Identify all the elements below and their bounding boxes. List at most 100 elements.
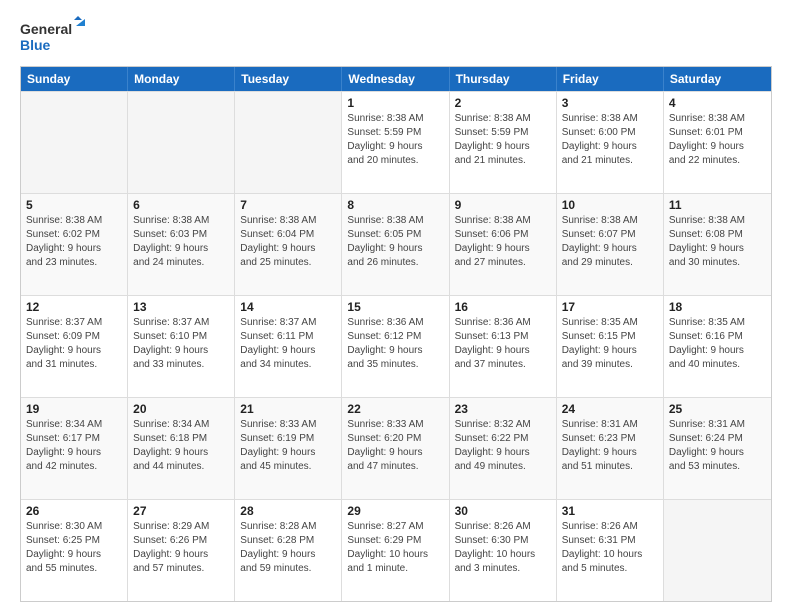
calendar-row: 5 Sunrise: 8:38 AM Sunset: 6:02 PM Daylig… xyxy=(21,193,771,295)
calendar-cell: 8Sunrise: 8:38 AM Sunset: 6:05 PM Daylig… xyxy=(342,194,449,295)
calendar-cell: 28 Sunrise: 8:28 AM Sunset: 6:28 PM Dayli… xyxy=(235,500,342,601)
day-info: Sunrise: 8:38 AM Sunset: 6:08 PM Dayligh… xyxy=(669,214,766,270)
calendar-cell: 30Sunrise: 8:26 AM Sunset: 6:30 PM Dayli… xyxy=(450,500,557,601)
calendar-cell xyxy=(664,500,771,601)
calendar-cell: 2Sunrise: 8:38 AM Sunset: 5:59 PM Daylig… xyxy=(450,92,557,193)
logo: General Blue xyxy=(20,16,90,56)
day-number: 22 xyxy=(347,402,443,416)
day-number: 5 xyxy=(26,198,122,212)
day-info: Sunrise: 8:38 AM Sunset: 6:01 PM Dayligh… xyxy=(669,112,766,168)
calendar-cell: 26 Sunrise: 8:30 AM Sunset: 6:25 PM Dayli… xyxy=(21,500,128,601)
calendar-cell: 22 Sunrise: 8:33 AM Sunset: 6:20 PM Dayli… xyxy=(342,398,449,499)
day-number: 27 xyxy=(133,504,229,518)
day-number: 20 xyxy=(133,402,229,416)
calendar-cell: 3 Sunrise: 8:38 AM Sunset: 6:00 PM Daylig… xyxy=(557,92,664,193)
calendar-cell: 18 Sunrise: 8:35 AM Sunset: 6:16 PM Dayli… xyxy=(664,296,771,397)
day-info: Sunrise: 8:38 AM Sunset: 5:59 PM Dayligh… xyxy=(347,112,443,168)
day-info: Sunrise: 8:32 AM Sunset: 6:22 PM Dayligh… xyxy=(455,418,551,474)
svg-text:Blue: Blue xyxy=(20,37,51,53)
day-number: 26 xyxy=(26,504,122,518)
calendar-cell: 24 Sunrise: 8:31 AM Sunset: 6:23 PM Dayli… xyxy=(557,398,664,499)
day-number: 23 xyxy=(455,402,551,416)
day-number: 16 xyxy=(455,300,551,314)
day-info: Sunrise: 8:38 AM Sunset: 6:07 PM Dayligh… xyxy=(562,214,658,270)
page-header: General Blue xyxy=(20,16,772,56)
calendar-row: 26 Sunrise: 8:30 AM Sunset: 6:25 PM Dayli… xyxy=(21,499,771,601)
day-info: Sunrise: 8:37 AM Sunset: 6:09 PM Dayligh… xyxy=(26,316,122,372)
day-info: Sunrise: 8:31 AM Sunset: 6:24 PM Dayligh… xyxy=(669,418,766,474)
day-info: Sunrise: 8:28 AM Sunset: 6:28 PM Dayligh… xyxy=(240,520,336,576)
svg-text:General: General xyxy=(20,21,72,37)
calendar-row: 19 Sunrise: 8:34 AM Sunset: 6:17 PM Dayli… xyxy=(21,397,771,499)
day-info: Sunrise: 8:38 AM Sunset: 6:00 PM Dayligh… xyxy=(562,112,658,168)
day-info: Sunrise: 8:33 AM Sunset: 6:20 PM Dayligh… xyxy=(347,418,443,474)
day-number: 28 xyxy=(240,504,336,518)
day-info: Sunrise: 8:36 AM Sunset: 6:13 PM Dayligh… xyxy=(455,316,551,372)
weekday-header: Saturday xyxy=(664,67,771,91)
calendar-cell xyxy=(21,92,128,193)
day-info: Sunrise: 8:31 AM Sunset: 6:23 PM Dayligh… xyxy=(562,418,658,474)
calendar-cell: 25 Sunrise: 8:31 AM Sunset: 6:24 PM Dayli… xyxy=(664,398,771,499)
weekday-header: Tuesday xyxy=(235,67,342,91)
day-info: Sunrise: 8:38 AM Sunset: 6:02 PM Dayligh… xyxy=(26,214,122,270)
calendar-cell: 1 Sunrise: 8:38 AM Sunset: 5:59 PM Daylig… xyxy=(342,92,449,193)
calendar-row: 1 Sunrise: 8:38 AM Sunset: 5:59 PM Daylig… xyxy=(21,91,771,193)
day-number: 31 xyxy=(562,504,658,518)
day-info: Sunrise: 8:26 AM Sunset: 6:31 PM Dayligh… xyxy=(562,520,658,576)
day-info: Sunrise: 8:35 AM Sunset: 6:16 PM Dayligh… xyxy=(669,316,766,372)
calendar-cell: 29Sunrise: 8:27 AM Sunset: 6:29 PM Dayli… xyxy=(342,500,449,601)
day-info: Sunrise: 8:36 AM Sunset: 6:12 PM Dayligh… xyxy=(347,316,443,372)
day-number: 12 xyxy=(26,300,122,314)
day-number: 11 xyxy=(669,198,766,212)
day-info: Sunrise: 8:38 AM Sunset: 6:03 PM Dayligh… xyxy=(133,214,229,270)
day-info: Sunrise: 8:38 AM Sunset: 5:59 PM Dayligh… xyxy=(455,112,551,168)
calendar-cell: 17Sunrise: 8:35 AM Sunset: 6:15 PM Dayli… xyxy=(557,296,664,397)
day-number: 18 xyxy=(669,300,766,314)
calendar-body: 1 Sunrise: 8:38 AM Sunset: 5:59 PM Daylig… xyxy=(21,91,771,601)
day-number: 4 xyxy=(669,96,766,110)
calendar-cell: 6 Sunrise: 8:38 AM Sunset: 6:03 PM Daylig… xyxy=(128,194,235,295)
day-number: 6 xyxy=(133,198,229,212)
day-info: Sunrise: 8:38 AM Sunset: 6:04 PM Dayligh… xyxy=(240,214,336,270)
day-number: 3 xyxy=(562,96,658,110)
day-number: 25 xyxy=(669,402,766,416)
calendar-cell: 5 Sunrise: 8:38 AM Sunset: 6:02 PM Daylig… xyxy=(21,194,128,295)
calendar-cell: 7Sunrise: 8:38 AM Sunset: 6:04 PM Daylig… xyxy=(235,194,342,295)
calendar-header: SundayMondayTuesdayWednesdayThursdayFrid… xyxy=(21,67,771,91)
day-info: Sunrise: 8:38 AM Sunset: 6:05 PM Dayligh… xyxy=(347,214,443,270)
calendar-cell: 16 Sunrise: 8:36 AM Sunset: 6:13 PM Dayli… xyxy=(450,296,557,397)
day-number: 14 xyxy=(240,300,336,314)
day-number: 1 xyxy=(347,96,443,110)
day-number: 13 xyxy=(133,300,229,314)
day-info: Sunrise: 8:34 AM Sunset: 6:17 PM Dayligh… xyxy=(26,418,122,474)
calendar-cell: 21 Sunrise: 8:33 AM Sunset: 6:19 PM Dayli… xyxy=(235,398,342,499)
day-number: 24 xyxy=(562,402,658,416)
day-info: Sunrise: 8:30 AM Sunset: 6:25 PM Dayligh… xyxy=(26,520,122,576)
weekday-header: Monday xyxy=(128,67,235,91)
day-info: Sunrise: 8:35 AM Sunset: 6:15 PM Dayligh… xyxy=(562,316,658,372)
calendar-cell: 14 Sunrise: 8:37 AM Sunset: 6:11 PM Dayli… xyxy=(235,296,342,397)
day-number: 10 xyxy=(562,198,658,212)
calendar-cell: 19 Sunrise: 8:34 AM Sunset: 6:17 PM Dayli… xyxy=(21,398,128,499)
day-info: Sunrise: 8:37 AM Sunset: 6:11 PM Dayligh… xyxy=(240,316,336,372)
calendar-cell: 23 Sunrise: 8:32 AM Sunset: 6:22 PM Dayli… xyxy=(450,398,557,499)
calendar-cell: 13 Sunrise: 8:37 AM Sunset: 6:10 PM Dayli… xyxy=(128,296,235,397)
calendar-cell: 31 Sunrise: 8:26 AM Sunset: 6:31 PM Dayli… xyxy=(557,500,664,601)
logo-svg: General Blue xyxy=(20,16,90,56)
calendar-cell xyxy=(235,92,342,193)
day-info: Sunrise: 8:26 AM Sunset: 6:30 PM Dayligh… xyxy=(455,520,551,576)
calendar-cell: 27Sunrise: 8:29 AM Sunset: 6:26 PM Dayli… xyxy=(128,500,235,601)
calendar-cell: 10 Sunrise: 8:38 AM Sunset: 6:07 PM Dayli… xyxy=(557,194,664,295)
weekday-header: Wednesday xyxy=(342,67,449,91)
calendar-row: 12 Sunrise: 8:37 AM Sunset: 6:09 PM Dayli… xyxy=(21,295,771,397)
day-info: Sunrise: 8:38 AM Sunset: 6:06 PM Dayligh… xyxy=(455,214,551,270)
day-info: Sunrise: 8:37 AM Sunset: 6:10 PM Dayligh… xyxy=(133,316,229,372)
weekday-header: Thursday xyxy=(450,67,557,91)
day-info: Sunrise: 8:33 AM Sunset: 6:19 PM Dayligh… xyxy=(240,418,336,474)
calendar-cell: 9Sunrise: 8:38 AM Sunset: 6:06 PM Daylig… xyxy=(450,194,557,295)
weekday-header: Sunday xyxy=(21,67,128,91)
day-info: Sunrise: 8:34 AM Sunset: 6:18 PM Dayligh… xyxy=(133,418,229,474)
calendar-cell: 15Sunrise: 8:36 AM Sunset: 6:12 PM Dayli… xyxy=(342,296,449,397)
day-number: 21 xyxy=(240,402,336,416)
day-number: 19 xyxy=(26,402,122,416)
